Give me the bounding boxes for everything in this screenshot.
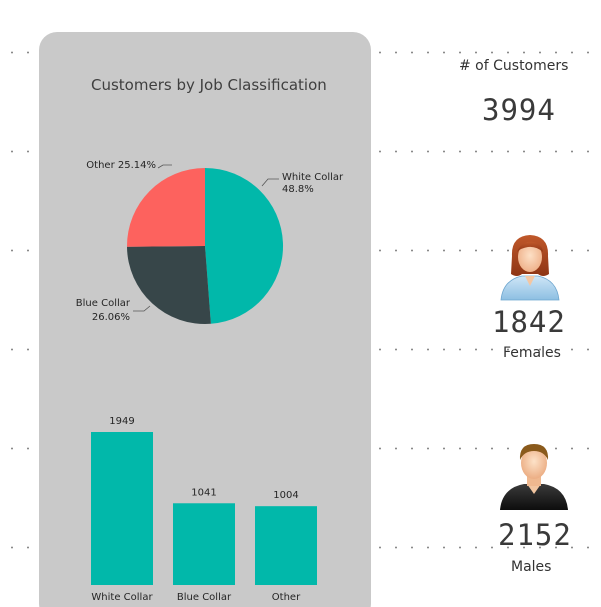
bar-chart[interactable]: 1949 White Collar 1041 Blue Collar 1004 Other [91,416,317,603]
pie-label-other: Other 25.14% [86,160,156,171]
customers-count-label: # of Customers [459,58,569,74]
pie-label-blue-collar: Blue Collar [76,298,131,309]
females-label: Females [503,345,561,361]
pie-value-blue-collar: 26.06% [92,312,130,323]
bar-white-collar[interactable] [91,432,153,585]
male-user-icon [500,444,568,510]
pie-slice-white-collar[interactable] [205,168,284,324]
bar-value-label-blue-collar: 1041 [191,487,216,498]
males-label: Males [511,559,552,575]
pie-slice-blue-collar[interactable] [127,246,211,325]
pie-value-white-collar: 48.8% [282,184,314,195]
bar-category-label-white-collar: White Collar [91,592,153,603]
males-count-value: 2152 [498,518,572,552]
report-canvas: Customers by Job Classification White Co… [0,0,601,607]
bar-value-label-other: 1004 [273,490,298,501]
bar-category-label-blue-collar: Blue Collar [177,592,232,603]
pie-leader-line [133,305,151,312]
pie-label-white-collar: White Collar [282,172,344,183]
bar-other[interactable] [255,506,317,585]
pie-leader-line [261,178,279,187]
bar-value-label-white-collar: 1949 [109,416,134,427]
pie-chart[interactable]: White Collar48.8% Blue Collar 26.06% Other … [76,160,344,325]
bar-category-label-other: Other [272,592,301,603]
customers-count-value: 3994 [482,93,556,127]
pie-slice-other[interactable] [126,168,205,247]
female-user-icon [500,235,560,301]
females-count-value: 1842 [492,305,566,339]
bar-blue-collar[interactable] [173,503,235,585]
pie-leader-line [157,164,172,169]
